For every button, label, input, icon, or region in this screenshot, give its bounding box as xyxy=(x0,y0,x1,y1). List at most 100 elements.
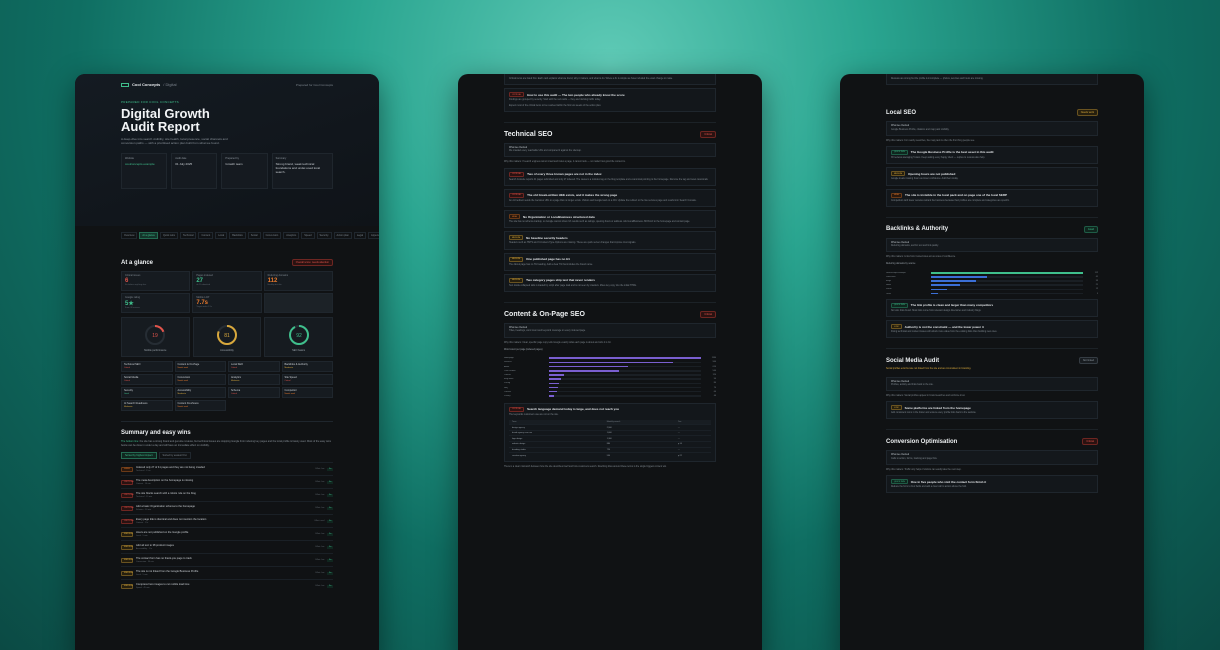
easy-win-row[interactable]: CRITICAL Every page title is identical an… xyxy=(121,514,333,527)
bar xyxy=(549,382,560,385)
technical-title: Technical SEO xyxy=(504,130,553,138)
tab-14[interactable]: Appendix xyxy=(368,232,379,239)
easy-win-row[interactable]: CRITICAL The site blocks search with a ro… xyxy=(121,488,333,501)
bar xyxy=(549,378,561,380)
conversion-badge: Critical xyxy=(1082,438,1098,446)
finding-body: Fixing technical and content issues will… xyxy=(891,331,998,334)
easy-win-fix-button[interactable]: Fix xyxy=(327,467,333,471)
backlinks-findings: QUICK WIN The link profile is clean and l… xyxy=(886,298,1098,339)
category-card[interactable]: AI Search Readiness Moderate xyxy=(121,400,173,411)
easy-win-row[interactable]: MEDIUM Compress hero images to cut mobile… xyxy=(121,579,333,592)
category-status: Needs work xyxy=(177,380,189,382)
easy-win-title: The site is not linked from the Google B… xyxy=(136,570,199,574)
easy-win-title: Compress hero images to cut mobile load … xyxy=(136,583,190,587)
technical-info: What we checked We crawled every reachabl… xyxy=(504,142,716,158)
tab-8[interactable]: Conversion xyxy=(262,232,282,239)
finding-tag: QUICK WIN xyxy=(891,149,908,155)
easy-win-row[interactable]: CRITICAL The meta description on the home… xyxy=(121,475,333,488)
finding-title: No baseline security headers xyxy=(526,235,568,240)
category-status: Needs work xyxy=(177,367,189,369)
category-card[interactable]: Schema Critical xyxy=(228,387,280,398)
category-card[interactable]: Technical SEO Critical xyxy=(121,361,173,372)
tab-13[interactable]: Legal xyxy=(353,232,367,239)
finding-tag: HIGH xyxy=(509,214,520,220)
category-card[interactable]: Local SEO Critical xyxy=(228,361,280,372)
tab-2[interactable]: Quick wins xyxy=(159,232,179,239)
sort-impact-toggle[interactable]: Sorted by highest impact xyxy=(121,452,157,459)
easy-win-row[interactable]: MEDIUM Add alt text to 38 product images A… xyxy=(121,540,333,553)
stat-card: Critical issues 6 Fix before anything else xyxy=(121,271,191,291)
sort-easiest-toggle[interactable]: Sorted by easiest first xyxy=(158,452,191,459)
meta-summary: Summary Strong brand, weak technical foun… xyxy=(271,153,334,189)
easy-win-row[interactable]: MEDIUM Hours are not published on the Goo… xyxy=(121,527,333,540)
easy-win-fix-button[interactable]: Fix xyxy=(327,545,333,549)
tab-10[interactable]: Speed xyxy=(301,232,315,239)
category-card[interactable]: Backlinks & Authority Moderate xyxy=(281,361,333,372)
tab-3[interactable]: Technical xyxy=(180,232,197,239)
finding-tag: MEDIUM xyxy=(891,171,906,177)
category-card[interactable]: Conversion Needs work xyxy=(174,374,226,385)
category-name: Backlinks & Authority xyxy=(284,363,308,366)
stat-sub: of 41 submitted xyxy=(196,284,211,286)
word-count-chart: Homepage 1180 Services 960 About 610 Case stud… xyxy=(504,356,716,398)
finding-head: MEDIUM One published page has no H1 xyxy=(509,256,711,262)
easy-win-title: Every page title is identical and does n… xyxy=(136,518,207,522)
page-title: Digital Growth Audit Report xyxy=(121,106,210,134)
category-card[interactable]: Content & On-Page Needs work xyxy=(174,361,226,372)
finding-title: Opening hours are not published xyxy=(908,171,956,176)
bar-label: Careers xyxy=(504,390,512,393)
easy-win-row[interactable]: CRITICAL Add a basic Organization schema … xyxy=(121,501,333,514)
category-card[interactable]: Competitor Needs work xyxy=(281,387,333,398)
easy-win-row[interactable]: HIGH Indexed only 27 of 41 pages and they… xyxy=(121,462,333,475)
tab-6[interactable]: Backlinks xyxy=(229,232,246,239)
tab-7[interactable]: Social xyxy=(247,232,261,239)
category-card[interactable]: Analytics Moderate xyxy=(228,374,280,385)
easy-win-fix-button[interactable]: Fix xyxy=(327,519,333,523)
bar-label: News xyxy=(886,284,892,287)
bar-track xyxy=(549,395,701,397)
finding-body: An old redirect sends the /services URL … xyxy=(509,199,697,202)
easy-win-fix-button[interactable]: Fix xyxy=(327,571,333,575)
severity-badge: MEDIUM xyxy=(121,583,133,589)
tab-5[interactable]: Local xyxy=(215,232,228,239)
easy-win-fix-button[interactable]: Fix xyxy=(327,584,333,588)
easy-win-text: The site is not linked from the Google B… xyxy=(136,570,312,576)
gauge-ring: 81 xyxy=(216,324,237,345)
tab-9[interactable]: Analytics xyxy=(283,232,300,239)
stat-label: Critical issues xyxy=(125,274,141,277)
brand-logo[interactable]: Cool Concepts / Digital xyxy=(121,82,177,87)
tab-1[interactable]: At a glance xyxy=(139,232,158,239)
keyword-card-title: Search language demand today is large, a… xyxy=(527,407,619,412)
easy-win-sub: Local · 5 min xyxy=(136,534,148,537)
easy-win-row[interactable]: MEDIUM The site is not linked from the Go… xyxy=(121,566,333,579)
category-name: AI Search Readiness xyxy=(124,402,148,405)
easy-win-fix-button[interactable]: Fix xyxy=(327,493,333,497)
easy-win-fix-button[interactable]: Fix xyxy=(327,506,333,510)
stat-sub: Target under 2.5s xyxy=(196,306,212,308)
tab-11[interactable]: Security xyxy=(316,232,332,239)
brand-suffix: / Digital xyxy=(163,82,177,87)
category-card[interactable]: Social Media Critical xyxy=(121,374,173,385)
social-badge: Not linked xyxy=(1078,357,1098,365)
finding-card: CRITICAL The old Greek-written HEE exists… xyxy=(504,188,716,208)
easy-win-fix-button[interactable]: Fix xyxy=(327,558,333,562)
tab-4[interactable]: Content xyxy=(198,232,214,239)
easy-win-effort: Effort: low xyxy=(315,533,325,535)
social-title: Social Media Audit xyxy=(886,357,940,364)
easy-win-fix-button[interactable]: Fix xyxy=(327,480,333,484)
tab-12[interactable]: Action plan xyxy=(333,232,352,239)
category-card[interactable]: Content Freshness Needs work xyxy=(174,400,226,411)
easy-win-row[interactable]: MEDIUM The contact form has no thank-you … xyxy=(121,553,333,566)
category-status: Moderate xyxy=(124,406,133,408)
finding-tag: MEDIUM xyxy=(509,277,524,283)
brand-mark-icon xyxy=(121,82,129,87)
category-card[interactable]: Site Speed Critical xyxy=(281,374,333,385)
content-info: What we checked Titles, headings, word co… xyxy=(504,323,716,338)
category-card[interactable]: Accessibility Moderate xyxy=(174,387,226,398)
bar xyxy=(931,280,976,282)
easy-win-fix-button[interactable]: Fix xyxy=(327,532,333,536)
finding-tag: MEDIUM xyxy=(509,235,524,241)
finding-tag: QUICK WIN xyxy=(891,302,908,308)
category-card[interactable]: Security Good xyxy=(121,387,173,398)
tab-0[interactable]: Overview xyxy=(121,232,138,239)
